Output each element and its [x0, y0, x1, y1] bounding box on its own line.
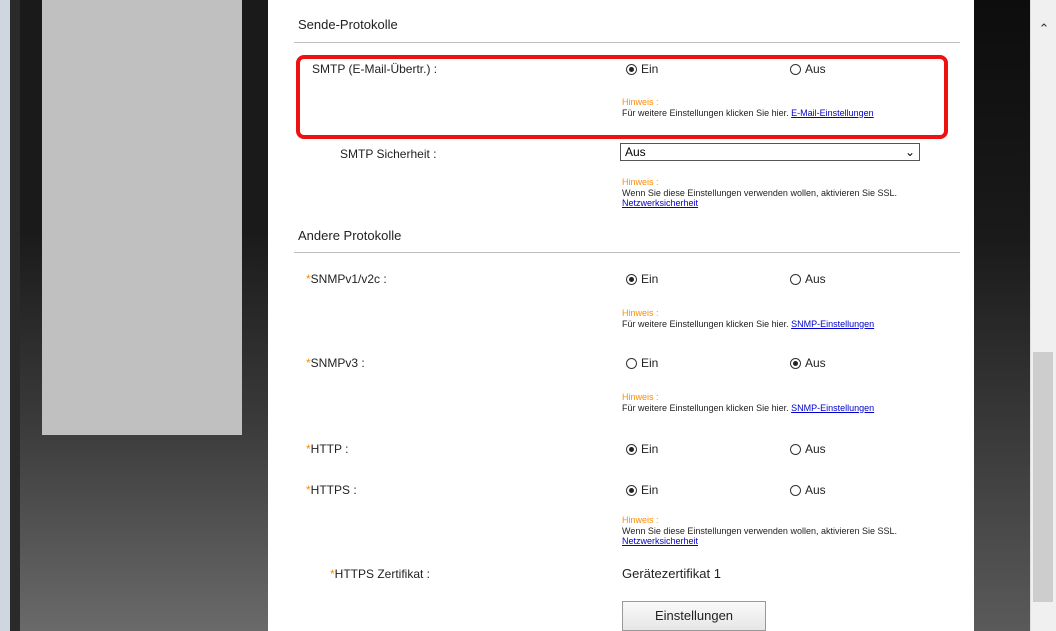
radio-selected-icon[interactable]	[626, 273, 637, 285]
smtp-security-hint: Hinweis : Wenn Sie diese Einstellungen v…	[622, 177, 897, 208]
smtp-on-radio[interactable]: Ein	[626, 62, 658, 76]
email-settings-link[interactable]: E-Mail-Einstellungen	[791, 108, 874, 118]
vertical-scrollbar[interactable]: ⌃	[1030, 0, 1056, 631]
snmpv1-label: *SNMPv1/v2c :	[306, 272, 387, 286]
snmp-settings-link[interactable]: SNMP-Einstellungen	[791, 403, 874, 413]
snmp-settings-link[interactable]: SNMP-Einstellungen	[791, 319, 874, 329]
scrollbar-thumb[interactable]	[1033, 352, 1053, 602]
left-navigation-panel	[42, 0, 242, 435]
http-label: *HTTP :	[306, 442, 349, 456]
https-off-radio[interactable]: Aus	[790, 483, 826, 497]
http-off-radio[interactable]: Aus	[790, 442, 826, 456]
radio-unselected-icon[interactable]	[790, 273, 801, 285]
window-edge-inner	[10, 0, 20, 631]
right-frame	[974, 0, 1030, 631]
https-hint: Hinweis : Wenn Sie diese Einstellungen v…	[622, 515, 897, 546]
section-divider	[294, 42, 960, 43]
radio-unselected-icon[interactable]	[626, 357, 637, 369]
radio-unselected-icon[interactable]	[790, 63, 801, 75]
http-on-radio[interactable]: Ein	[626, 442, 658, 456]
snmpv1-off-radio[interactable]: Aus	[790, 272, 826, 286]
smtp-hint: Hinweis : Für weitere Einstellungen klic…	[622, 97, 874, 118]
snmpv3-label: *SNMPv3 :	[306, 356, 365, 370]
snmpv3-off-radio[interactable]: Aus	[790, 356, 826, 370]
section-divider	[294, 252, 960, 253]
smtp-security-select[interactable]: Aus ⌄	[620, 143, 920, 161]
smtp-label: SMTP (E-Mail-Übertr.) :	[312, 62, 438, 76]
radio-selected-icon[interactable]	[626, 63, 637, 75]
network-security-link[interactable]: Netzwerksicherheit	[622, 536, 698, 546]
network-security-link[interactable]: Netzwerksicherheit	[622, 198, 698, 208]
window-edge	[0, 0, 10, 631]
radio-selected-icon[interactable]	[626, 484, 637, 496]
https-certificate-label: *HTTPS Zertifikat :	[330, 567, 431, 581]
snmpv1-hint: Hinweis : Für weitere Einstellungen klic…	[622, 308, 875, 329]
snmpv3-on-radio[interactable]: Ein	[626, 356, 658, 370]
section-title-send-protocols: Sende-Protokolle	[298, 17, 398, 32]
smtp-security-label: SMTP Sicherheit :	[340, 147, 437, 161]
chevron-up-icon[interactable]: ⌃	[1037, 22, 1051, 36]
https-certificate-value: Gerätezertifikat 1	[622, 566, 721, 581]
radio-selected-icon[interactable]	[790, 357, 801, 369]
radio-unselected-icon[interactable]	[790, 484, 801, 496]
radio-selected-icon[interactable]	[626, 443, 637, 455]
snmpv1-on-radio[interactable]: Ein	[626, 272, 658, 286]
chevron-down-icon: ⌄	[904, 145, 915, 159]
https-on-radio[interactable]: Ein	[626, 483, 658, 497]
snmpv3-hint: Hinweis : Für weitere Einstellungen klic…	[622, 392, 875, 413]
https-label: *HTTPS :	[306, 483, 357, 497]
section-title-other-protocols: Andere Protokolle	[298, 228, 402, 243]
certificate-settings-button[interactable]: Einstellungen	[622, 601, 766, 631]
settings-content: Sende-Protokolle SMTP (E-Mail-Übertr.) :…	[268, 0, 974, 631]
radio-unselected-icon[interactable]	[790, 443, 801, 455]
smtp-off-radio[interactable]: Aus	[790, 62, 826, 76]
